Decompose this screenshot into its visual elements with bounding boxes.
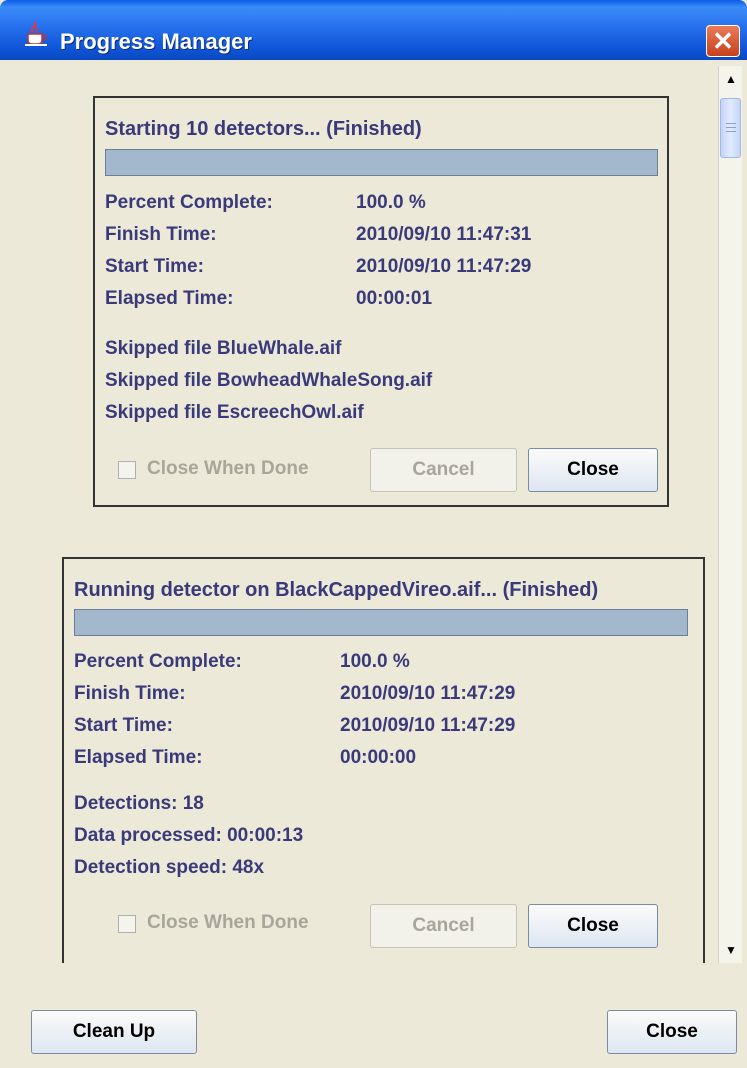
start-time-value: 2010/09/10 11:47:29 [340, 715, 516, 736]
close-task-button[interactable]: Close [528, 904, 658, 948]
close-when-done-label: Close When Done [147, 458, 309, 479]
cancel-button[interactable]: Cancel [370, 448, 517, 492]
cancel-button[interactable]: Cancel [370, 904, 517, 948]
task-panel: Starting 10 detectors... (Finished) Perc… [93, 96, 669, 507]
scroll-up-arrow-icon[interactable]: ▲ [720, 68, 742, 90]
data-processed: Data processed: 00:00:13 [74, 825, 304, 846]
percent-complete-label: Percent Complete: [105, 192, 273, 213]
percent-complete-value: 100.0 % [356, 192, 426, 213]
close-window-button[interactable]: Close [607, 1010, 737, 1054]
close-when-done-checkbox[interactable] [118, 461, 136, 479]
start-time-label: Start Time: [105, 256, 204, 277]
close-task-button[interactable]: Close [528, 448, 658, 492]
elapsed-time-value: 00:00:00 [340, 747, 417, 768]
finish-time-label: Finish Time: [74, 683, 186, 704]
status-message: Skipped file EscreechOwl.aif [105, 402, 364, 423]
java-coffee-cup-icon [22, 21, 52, 46]
elapsed-time-label: Elapsed Time: [105, 288, 234, 309]
scroll-down-arrow-icon[interactable]: ▼ [720, 939, 742, 961]
title-bar[interactable]: Progress Manager ✕ [0, 0, 747, 60]
detection-speed: Detection speed: 48x [74, 857, 265, 878]
window-content: Starting 10 detectors... (Finished) Perc… [4, 60, 742, 1063]
scrollbar-thumb[interactable] [720, 98, 741, 158]
progress-bar [74, 609, 688, 636]
percent-complete-value: 100.0 % [340, 651, 410, 672]
status-message: Skipped file BowheadWhaleSong.aif [105, 370, 433, 391]
window-close-button[interactable]: ✕ [706, 25, 740, 57]
elapsed-time-value: 00:00:01 [356, 288, 433, 309]
close-when-done-checkbox[interactable] [118, 915, 136, 933]
detections-count: Detections: 18 [74, 793, 204, 814]
elapsed-time-label: Elapsed Time: [74, 747, 203, 768]
task-panel: Running detector on BlackCappedVireo.aif… [62, 557, 705, 963]
close-when-done-label: Close When Done [147, 912, 309, 933]
finish-time-value: 2010/09/10 11:47:31 [356, 224, 532, 245]
start-time-value: 2010/09/10 11:47:29 [356, 256, 532, 277]
task-title: Running detector on BlackCappedVireo.aif… [74, 579, 599, 601]
progress-bar [105, 149, 658, 176]
clean-up-button[interactable]: Clean Up [31, 1010, 197, 1054]
start-time-label: Start Time: [74, 715, 173, 736]
task-list-scrollpane: Starting 10 detectors... (Finished) Perc… [4, 66, 718, 963]
finish-time-value: 2010/09/10 11:47:29 [340, 683, 516, 704]
progress-bar-fill [75, 610, 687, 635]
window-title: Progress Manager [60, 29, 252, 54]
task-title: Starting 10 detectors... (Finished) [105, 118, 422, 140]
progress-bar-fill [106, 150, 657, 175]
vertical-scrollbar[interactable]: ▲ ▼ [718, 66, 742, 963]
percent-complete-label: Percent Complete: [74, 651, 242, 672]
status-message: Skipped file BlueWhale.aif [105, 338, 342, 359]
progress-manager-window: Progress Manager ✕ Starting 10 detectors… [0, 0, 747, 1068]
finish-time-label: Finish Time: [105, 224, 217, 245]
